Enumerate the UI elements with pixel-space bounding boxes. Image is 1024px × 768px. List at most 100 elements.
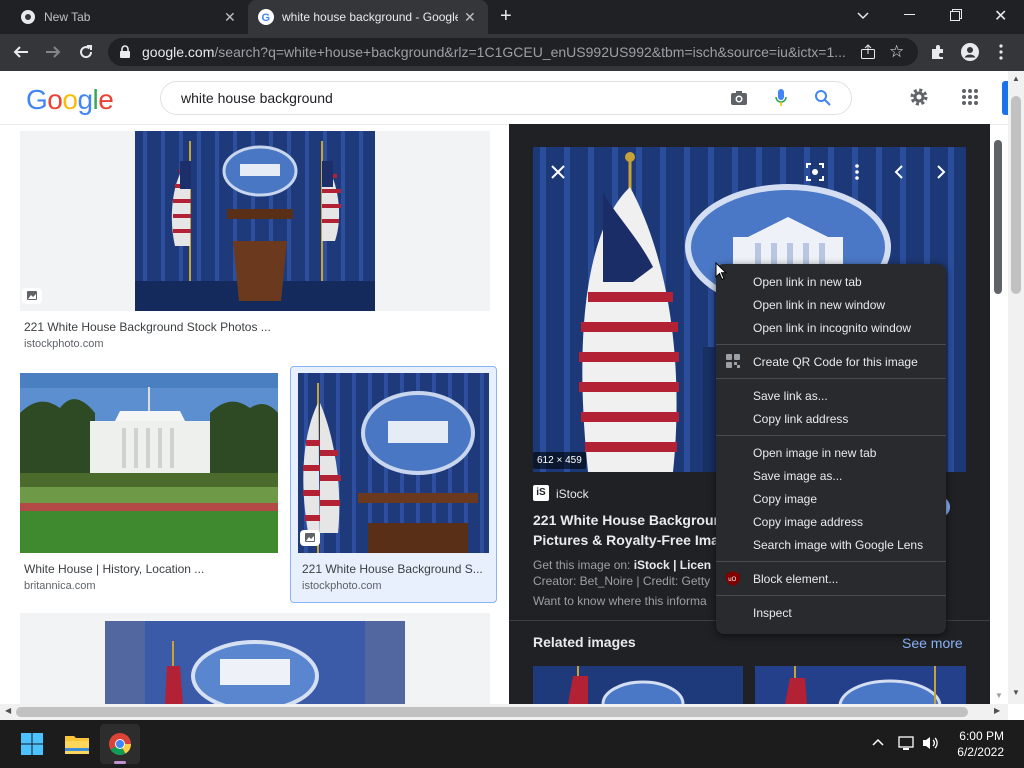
extensions-puzzle-icon[interactable] [930, 44, 946, 60]
minimize-icon[interactable] [904, 14, 915, 15]
mouse-pointer-icon [715, 262, 727, 281]
search-input[interactable]: white house background [181, 90, 333, 106]
result-site[interactable]: britannica.com [24, 580, 96, 592]
context-menu: Open link in new tab Open link in new wi… [716, 264, 946, 634]
chrome-icon [20, 9, 36, 25]
istock-favicon-icon: iS [533, 485, 549, 501]
system-clock[interactable]: 6:00 PM 6/2/2022 [957, 728, 1004, 760]
want-to-know-text[interactable]: Want to know where this informa [533, 594, 707, 608]
related-images-heading: Related images [533, 634, 636, 650]
chrome-taskbar-icon[interactable] [109, 733, 131, 755]
close-tab-icon[interactable]: ✕ [464, 9, 476, 26]
restore-icon[interactable] [950, 9, 962, 21]
tab-title: New Tab [44, 10, 91, 24]
next-image-icon[interactable] [927, 158, 955, 186]
clock-time: 6:00 PM [959, 729, 1004, 743]
bookmark-star-icon[interactable]: ☆ [889, 42, 904, 62]
reload-icon[interactable] [77, 43, 95, 61]
scroll-down-arrow-icon[interactable]: ▼ [1012, 688, 1020, 697]
menu-separator [716, 435, 946, 436]
close-preview-icon[interactable] [544, 158, 572, 186]
share-icon[interactable] [860, 44, 876, 60]
vertical-scroll-thumb[interactable] [1011, 96, 1021, 294]
camera-search-icon[interactable] [730, 90, 748, 106]
menu-item-open-link-new-window[interactable]: Open link in new window [716, 293, 946, 316]
result-thumbnail-white-house[interactable] [20, 373, 278, 553]
image-badge-icon [22, 288, 42, 304]
tab-search-chevron-icon[interactable] [856, 8, 870, 22]
related-image-1[interactable] [533, 666, 743, 704]
show-hidden-icons-chevron-icon[interactable] [872, 738, 884, 746]
microphone-icon[interactable] [775, 88, 787, 108]
menu-separator [716, 561, 946, 562]
menu-separator [716, 344, 946, 345]
windows-taskbar [0, 720, 1024, 768]
qr-code-icon [726, 354, 740, 368]
windows-start-icon[interactable] [21, 733, 43, 755]
back-arrow-icon[interactable] [12, 43, 30, 61]
network-icon[interactable] [898, 735, 916, 751]
forward-arrow-icon[interactable] [44, 43, 62, 61]
url-text[interactable]: google.com/search?q=white+house+backgrou… [142, 44, 856, 60]
result-title[interactable]: White House | History, Location ... [24, 562, 274, 576]
result-site[interactable]: istockphoto.com [24, 338, 103, 350]
previous-image-icon[interactable] [885, 158, 913, 186]
file-explorer-icon[interactable] [65, 734, 89, 754]
result-thumbnail-podium[interactable] [135, 131, 375, 311]
settings-gear-icon[interactable] [908, 86, 930, 108]
svg-text:G: G [262, 12, 271, 24]
profile-avatar-icon[interactable] [961, 43, 979, 61]
google-favicon-icon: G [258, 9, 274, 25]
ublock-shield-icon: uO [726, 571, 740, 586]
image-dimensions-badge: 612 × 459 [533, 452, 586, 469]
close-window-icon[interactable]: ✕ [994, 6, 1007, 26]
tab-title: white house background - Google [282, 10, 458, 24]
get-image-on: Get this image on: iStock | Licen [533, 558, 712, 572]
lock-icon[interactable] [119, 45, 131, 59]
tab-google-images[interactable]: G white house background - Google ✕ [248, 0, 488, 34]
lens-search-icon[interactable] [801, 158, 829, 186]
source-name[interactable]: iStock [556, 487, 589, 501]
scroll-right-arrow-icon[interactable]: ▶ [994, 706, 1000, 715]
active-app-indicator [114, 761, 126, 764]
google-apps-grid-icon[interactable] [961, 88, 979, 106]
menu-dots-icon[interactable] [999, 44, 1003, 60]
creator-credit: Creator: Bet_Noire | Credit: Getty [533, 574, 711, 588]
menu-item-copy-link-address[interactable]: Copy link address [716, 407, 946, 430]
menu-item-inspect[interactable]: Inspect [716, 601, 946, 624]
menu-separator [716, 595, 946, 596]
menu-item-search-google-lens[interactable]: Search image with Google Lens [716, 533, 946, 556]
new-tab-plus-icon[interactable]: + [500, 6, 512, 26]
result-thumbnail-podium-third[interactable] [105, 621, 405, 704]
horizontal-scroll-thumb[interactable] [16, 707, 968, 717]
more-options-icon[interactable] [843, 158, 871, 186]
scroll-left-arrow-icon[interactable]: ◀ [5, 706, 11, 715]
preview-title[interactable]: 221 White House Backgrour Pictures & Roy… [533, 510, 719, 550]
menu-item-open-image-new-tab[interactable]: Open image in new tab [716, 441, 946, 464]
google-logo[interactable]: Google [26, 84, 114, 116]
result-thumbnail-podium-selected[interactable] [298, 373, 489, 553]
menu-item-copy-image[interactable]: Copy image [716, 487, 946, 510]
panel-scroll-down-icon[interactable]: ▼ [995, 691, 1003, 700]
svg-text:uO: uO [728, 577, 736, 583]
volume-icon[interactable] [922, 735, 940, 751]
menu-item-open-link-incognito[interactable]: Open link in incognito window [716, 316, 946, 339]
result-title[interactable]: 221 White House Background S... [302, 562, 487, 576]
clock-date: 6/2/2022 [957, 745, 1004, 759]
menu-item-copy-image-address[interactable]: Copy image address [716, 510, 946, 533]
menu-item-create-qr-code[interactable]: Create QR Code for this image [716, 350, 946, 373]
search-icon[interactable] [814, 89, 832, 107]
see-more-link[interactable]: See more [902, 635, 963, 651]
close-tab-icon[interactable]: ✕ [224, 9, 236, 26]
menu-item-block-element[interactable]: uO Block element... [716, 567, 946, 590]
menu-separator [716, 378, 946, 379]
result-title[interactable]: 221 White House Background Stock Photos … [24, 320, 284, 334]
menu-item-open-link-new-tab[interactable]: Open link in new tab [716, 270, 946, 293]
menu-item-save-image-as[interactable]: Save image as... [716, 464, 946, 487]
scroll-up-arrow-icon[interactable]: ▲ [1012, 74, 1020, 83]
related-image-2[interactable] [755, 666, 966, 704]
menu-item-save-link-as[interactable]: Save link as... [716, 384, 946, 407]
result-site[interactable]: istockphoto.com [302, 580, 381, 592]
tab-new-tab[interactable]: New Tab ✕ [10, 0, 246, 34]
panel-scroll-thumb[interactable] [994, 140, 1002, 294]
